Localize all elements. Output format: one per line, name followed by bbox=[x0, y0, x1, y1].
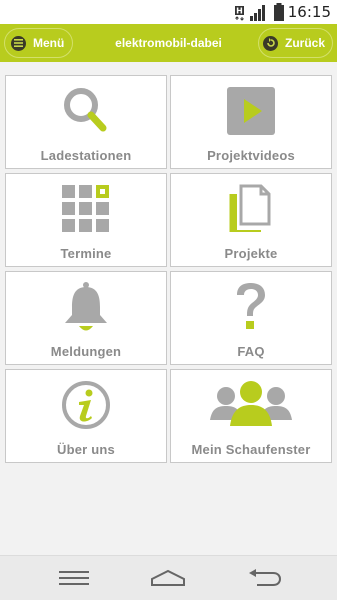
back-button[interactable]: Zurück bbox=[258, 28, 333, 58]
menu-button[interactable]: Menü bbox=[4, 28, 73, 58]
tile-ladestationen[interactable]: Ladestationen bbox=[5, 75, 167, 169]
tile-label: Projektvideos bbox=[207, 148, 295, 163]
status-icons: H bbox=[234, 3, 285, 21]
tile-label: FAQ bbox=[237, 344, 265, 359]
tile-mein-schaufenster[interactable]: Mein Schaufenster bbox=[170, 369, 332, 463]
people-group-icon bbox=[210, 381, 292, 426]
battery-icon bbox=[274, 3, 284, 21]
recent-apps-button[interactable] bbox=[52, 564, 96, 592]
tile-label: Mein Schaufenster bbox=[191, 442, 311, 457]
status-bar: H 16:15 bbox=[0, 0, 337, 24]
h-signal-icon: H bbox=[235, 6, 244, 21]
tile-label: Meldungen bbox=[50, 344, 122, 359]
app-title: elektromobil-dabei bbox=[115, 36, 222, 50]
bell-icon bbox=[65, 282, 107, 331]
menu-label: Menü bbox=[33, 36, 65, 50]
tile-label: Projekte bbox=[224, 246, 278, 261]
tile-projekte[interactable]: Projekte bbox=[170, 173, 332, 267]
search-icon bbox=[64, 88, 107, 132]
tile-meldungen[interactable]: Meldungen bbox=[5, 271, 167, 365]
back-nav-button[interactable] bbox=[242, 564, 286, 592]
question-mark-icon bbox=[237, 283, 265, 329]
tile-ueber-uns[interactable]: Über uns bbox=[5, 369, 167, 463]
signal-strength-icon bbox=[250, 5, 265, 21]
documents-icon bbox=[229, 184, 271, 232]
app-bar: Menü elektromobil-dabei Zurück bbox=[0, 24, 337, 62]
system-nav-bar bbox=[0, 555, 337, 600]
calendar-grid-icon bbox=[62, 185, 109, 232]
home-icon bbox=[151, 569, 185, 586]
svg-text:H: H bbox=[236, 7, 243, 16]
tile-faq[interactable]: FAQ bbox=[170, 271, 332, 365]
tile-projektvideos[interactable]: Projektvideos bbox=[170, 75, 332, 169]
tile-label: Termine bbox=[60, 246, 112, 261]
back-label: Zurück bbox=[285, 36, 326, 50]
play-icon bbox=[227, 87, 275, 135]
menu-lines-icon bbox=[59, 571, 89, 585]
back-arrow-icon bbox=[263, 35, 278, 51]
home-button[interactable] bbox=[146, 564, 190, 592]
tile-termine[interactable]: Termine bbox=[5, 173, 167, 267]
back-nav-icon bbox=[249, 569, 281, 586]
info-icon bbox=[62, 381, 110, 429]
menu-icon bbox=[11, 35, 26, 51]
tile-grid: Ladestationen Projektvideos Termine Proj… bbox=[0, 62, 337, 555]
status-time: 16:15 bbox=[287, 3, 331, 21]
tile-label: Über uns bbox=[57, 442, 115, 457]
tile-label: Ladestationen bbox=[40, 148, 132, 163]
